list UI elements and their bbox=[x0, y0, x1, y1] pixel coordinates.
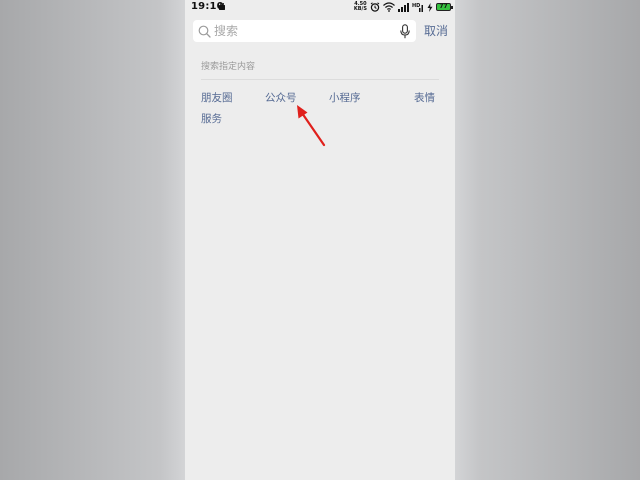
section-title: 搜索指定内容 bbox=[201, 62, 256, 72]
status-icons: 4.50 KB/S HD 77 bbox=[354, 1, 453, 13]
wifi-icon bbox=[383, 2, 395, 12]
alarm-icon bbox=[370, 2, 380, 12]
charging-icon bbox=[427, 2, 433, 12]
battery-level: 77 bbox=[439, 3, 448, 10]
category-official-accounts[interactable]: 公众号 bbox=[265, 91, 297, 105]
search-input[interactable] bbox=[214, 20, 394, 42]
cancel-button[interactable]: 取消 bbox=[424, 23, 448, 39]
signal-icon bbox=[398, 2, 409, 12]
mic-icon[interactable] bbox=[400, 24, 410, 39]
notification-icon bbox=[219, 3, 225, 10]
category-moments[interactable]: 朋友圈 bbox=[201, 91, 233, 105]
divider bbox=[201, 79, 439, 80]
hd-signal-icon: HD bbox=[412, 3, 423, 12]
category-stickers[interactable]: 表情 bbox=[414, 91, 435, 105]
category-services[interactable]: 服务 bbox=[201, 112, 222, 126]
phone-screen: 19:10 4.50 KB/S HD 77 搜索 取消 搜索指定内容 朋友圈 公… bbox=[185, 0, 455, 480]
net-speed-unit: KB/S bbox=[353, 6, 367, 12]
category-mini-programs[interactable]: 小程序 bbox=[329, 91, 361, 105]
search-box[interactable] bbox=[193, 20, 416, 42]
status-bar: 19:10 4.50 KB/S HD 77 bbox=[185, 0, 455, 14]
search-icon bbox=[198, 25, 211, 38]
net-speed: 4.50 KB/S bbox=[354, 2, 367, 12]
battery-icon: 77 bbox=[436, 3, 453, 11]
